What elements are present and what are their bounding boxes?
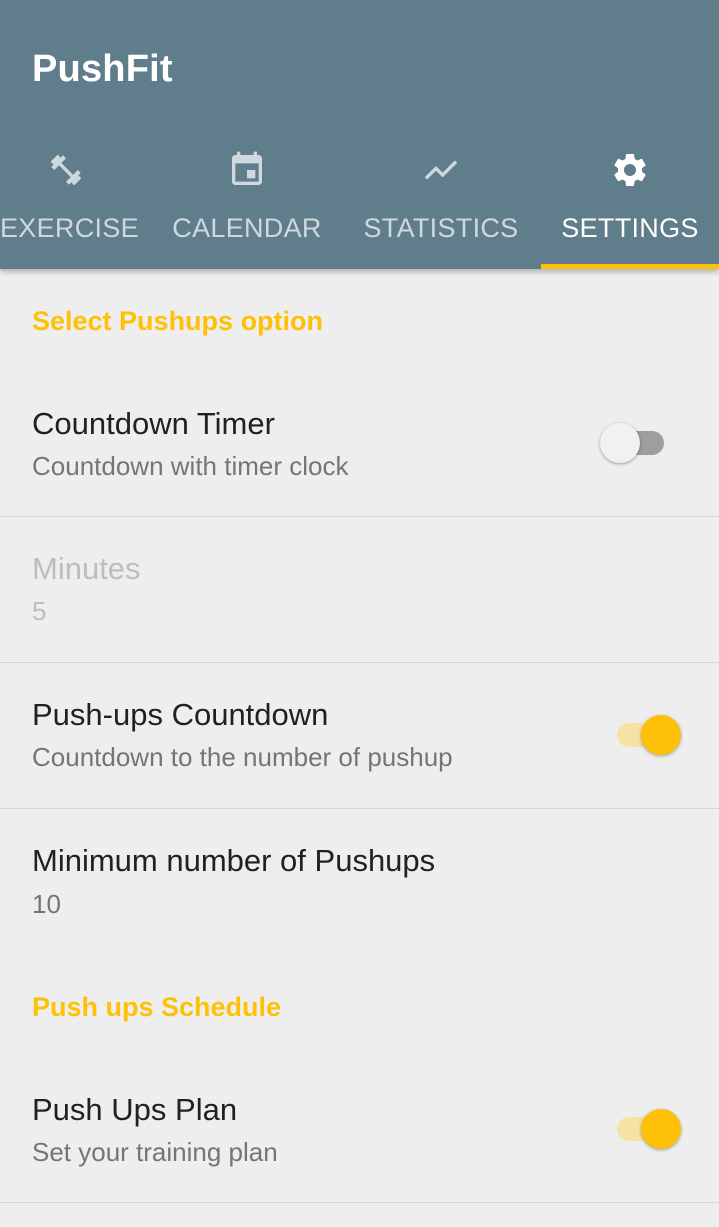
pushups-countdown-toggle[interactable] xyxy=(611,713,681,757)
switch-thumb xyxy=(600,423,640,463)
pref-value: 5 xyxy=(32,596,47,626)
gear-icon xyxy=(614,154,646,186)
app-title: PushFit xyxy=(32,48,173,90)
tab-label: CALENDAR xyxy=(172,213,322,243)
tab-exercise[interactable]: EXERCISE xyxy=(0,140,139,269)
tab-statistics[interactable]: STATISTICS xyxy=(346,140,536,269)
pref-value: 10 xyxy=(32,889,61,919)
tab-settings[interactable]: SETTINGS xyxy=(541,140,719,269)
divider xyxy=(0,1202,719,1203)
active-tab-indicator xyxy=(541,264,719,269)
pref-countdown-timer[interactable]: Countdown Timer Countdown with timer clo… xyxy=(0,370,719,516)
tab-label: EXERCISE xyxy=(0,213,139,243)
section-header-pushups-option: Select Pushups option xyxy=(32,306,324,336)
tab-label: STATISTICS xyxy=(363,213,519,243)
push-ups-plan-toggle[interactable] xyxy=(611,1107,681,1151)
pref-title: Push Ups Plan xyxy=(32,1092,238,1127)
pref-summary: Countdown with timer clock xyxy=(32,451,349,481)
pref-pushups-countdown[interactable]: Push-ups Countdown Countdown to the numb… xyxy=(0,663,719,808)
dumbbell-icon xyxy=(50,154,81,186)
pref-summary: Countdown to the number of pushup xyxy=(32,742,453,772)
pref-title: Minimum number of Pushups xyxy=(32,843,436,878)
section-header-schedule: Push ups Schedule xyxy=(32,992,282,1022)
pref-title: Countdown Timer xyxy=(32,406,275,441)
app-bar: PushFit EXERCISE CALENDAR STATISTICS SET… xyxy=(0,0,719,269)
pref-minimum-pushups[interactable]: Minimum number of Pushups 10 xyxy=(0,809,719,949)
pref-minutes[interactable]: Minutes 5 xyxy=(0,517,719,662)
pref-title: Minutes xyxy=(32,551,141,586)
trend-line-icon xyxy=(424,160,458,180)
tab-calendar[interactable]: CALENDAR xyxy=(152,140,342,269)
pref-push-ups-plan[interactable]: Push Ups Plan Set your training plan xyxy=(0,1056,719,1202)
calendar-icon xyxy=(232,151,262,185)
switch-thumb xyxy=(641,715,681,755)
switch-thumb xyxy=(641,1109,681,1149)
countdown-timer-toggle[interactable] xyxy=(600,421,670,465)
pref-summary: Set your training plan xyxy=(32,1137,278,1167)
pref-title: Push-ups Countdown xyxy=(32,697,329,732)
tab-label: SETTINGS xyxy=(561,213,699,243)
